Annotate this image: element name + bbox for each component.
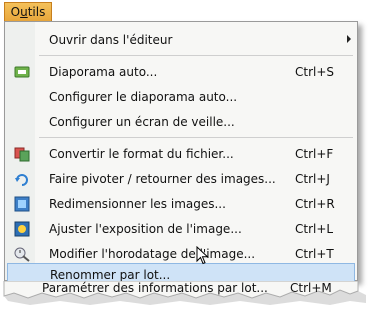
menu-item-label: Ouvrir dans l'éditeur — [49, 33, 173, 47]
menu-item-resize[interactable]: Redimensionner les images... Ctrl+R — [7, 192, 355, 216]
menu-item-label: Diaporama auto... — [49, 65, 158, 79]
convert-icon — [14, 146, 30, 162]
shortcut-label: Ctrl+S — [295, 65, 335, 79]
rotate-icon — [14, 171, 30, 187]
shortcut-label: Ctrl+M — [290, 281, 332, 295]
timestamp-icon — [14, 246, 30, 262]
menu-item-rotate-flip[interactable]: Faire pivoter / retourner des images... … — [7, 167, 355, 191]
outils-dropdown-menu: Ouvrir dans l'éditeur Diaporama auto... … — [4, 21, 358, 285]
menu-tab-prefix: O — [10, 5, 21, 19]
menu-item-label: Ajuster l'exposition de l'image... — [49, 222, 242, 236]
menu-item-open-in-editor[interactable]: Ouvrir dans l'éditeur — [7, 28, 355, 52]
shortcut-label: Ctrl+R — [295, 197, 335, 211]
menu-item-batch-info-label[interactable]: Paramétrer des informations par lot... — [42, 281, 268, 295]
resize-icon — [14, 196, 30, 212]
slideshow-icon — [14, 64, 30, 80]
menu-tab-outils[interactable]: Outils — [4, 2, 52, 22]
menu-item-label: Faire pivoter / retourner des images... — [49, 172, 276, 186]
menu-tab-mnemonic: u — [20, 5, 28, 19]
shortcut-label: Ctrl+F — [295, 147, 334, 161]
menu-item-label: Modifier l'horodatage de l'image... — [49, 247, 256, 261]
shortcut-label: Ctrl+L — [295, 222, 334, 236]
submenu-arrow-icon — [347, 35, 351, 43]
menu-item-convert-format[interactable]: Convertir le format du fichier... Ctrl+F — [7, 142, 355, 166]
menu-item-label: Renommer par lot... — [50, 268, 171, 282]
menu-separator — [39, 55, 353, 56]
menu-item-label: Configurer le diaporama auto... — [49, 90, 238, 104]
menu-item-label: Redimensionner les images... — [49, 197, 226, 211]
mouse-pointer-icon — [196, 245, 210, 269]
menu-item-slideshow[interactable]: Diaporama auto... Ctrl+S — [7, 60, 355, 84]
menu-item-label: Configurer un écran de veille... — [49, 115, 235, 129]
menu-item-adjust-exposure[interactable]: Ajuster l'exposition de l'image... Ctrl+… — [7, 217, 355, 241]
exposure-icon — [14, 221, 30, 237]
shortcut-label: Ctrl+J — [295, 172, 330, 186]
menu-tab-suffix: tils — [27, 5, 46, 19]
menu-item-configure-slideshow[interactable]: Configurer le diaporama auto... — [7, 85, 355, 109]
shortcut-label: Ctrl+T — [295, 247, 334, 261]
menu-separator — [39, 137, 353, 138]
torn-menu-edge: Paramétrer des informations par lot... C… — [0, 280, 375, 313]
menu-item-configure-screensaver[interactable]: Configurer un écran de veille... — [7, 110, 355, 134]
menu-item-label: Convertir le format du fichier... — [49, 147, 234, 161]
